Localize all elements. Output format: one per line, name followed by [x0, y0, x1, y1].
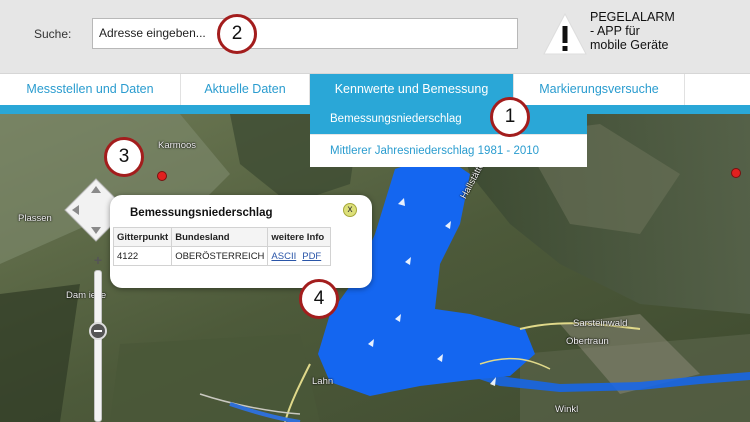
- gauge-pin[interactable]: [157, 171, 167, 181]
- close-icon[interactable]: x: [343, 203, 357, 217]
- annotation-marker-4: 4: [299, 279, 339, 319]
- pdf-link[interactable]: PDF: [302, 251, 321, 262]
- map-label-karmoos: Karmoos: [158, 140, 197, 151]
- cell-info: ASCII PDF: [267, 246, 332, 266]
- search-input[interactable]: Adresse eingeben...: [92, 18, 518, 49]
- column-header-info: weitere Info: [267, 227, 332, 247]
- zoom-in-button[interactable]: +: [89, 252, 107, 270]
- table-header-row: Gitterpunkt Bundesland weitere Info: [112, 227, 332, 247]
- map-label-winkl: Winkl: [555, 404, 579, 415]
- annotation-marker-1: 1: [490, 97, 530, 137]
- zoom-slider-handle[interactable]: [89, 322, 107, 340]
- search-input-text: Adresse eingeben...: [99, 26, 206, 40]
- header: Suche: Adresse eingeben... PEGELALARM - …: [0, 0, 750, 74]
- map-label-plassen: Plassen: [18, 213, 52, 224]
- annotation-marker-2: 2: [217, 14, 257, 54]
- map-label-sarsteinwald: Sarsteinwald: [573, 318, 628, 329]
- cell-gitterpunkt: 4122: [112, 246, 173, 266]
- map-label-lahn: Lahn: [312, 376, 334, 387]
- info-popup: Bemessungsniederschlag x Gitterpunkt Bun…: [110, 195, 372, 288]
- main-nav: Messstellen und Daten Aktuelle Daten Ken…: [0, 74, 750, 105]
- column-header-bundesland: Bundesland: [171, 227, 269, 247]
- popup-title: Bemessungsniederschlag: [130, 207, 273, 219]
- annotation-marker-3: 3: [104, 137, 144, 177]
- popup-table: Gitterpunkt Bundesland weitere Info 4122…: [112, 227, 332, 266]
- nav-markierungsversuche[interactable]: Markierungsversuche: [514, 74, 685, 105]
- submenu-jahresniederschlag[interactable]: Mittlerer Jahresniederschlag 1981 - 2010: [310, 134, 587, 167]
- kennwerte-submenu: Bemessungsniederschlag Mittlerer Jahresn…: [310, 105, 587, 167]
- nav-aktuelle-daten[interactable]: Aktuelle Daten: [181, 74, 310, 105]
- search-label: Suche:: [34, 27, 72, 41]
- nav-messstellen[interactable]: Messstellen und Daten: [0, 74, 181, 105]
- nav-kennwerte[interactable]: Kennwerte und Bemessung: [310, 74, 514, 105]
- pegelalarm-text: PEGELALARM - APP für mobile Geräte: [590, 10, 675, 52]
- warning-icon: [543, 12, 587, 55]
- zoom-control: +: [88, 252, 108, 422]
- column-header-gitterpunkt: Gitterpunkt: [112, 227, 173, 247]
- ascii-link[interactable]: ASCII: [271, 251, 296, 262]
- gauge-pin[interactable]: [731, 168, 741, 178]
- map-label-obertraun: Obertraun: [566, 336, 609, 347]
- cell-bundesland: OBERÖSTERREICH: [171, 246, 269, 266]
- pegelalarm-promo[interactable]: PEGELALARM - APP für mobile Geräte: [538, 8, 738, 64]
- table-row: 4122 OBERÖSTERREICH ASCII PDF: [112, 246, 332, 266]
- submenu-bemessungsniederschlag[interactable]: Bemessungsniederschlag: [310, 105, 587, 134]
- zoom-slider-track[interactable]: [94, 270, 102, 422]
